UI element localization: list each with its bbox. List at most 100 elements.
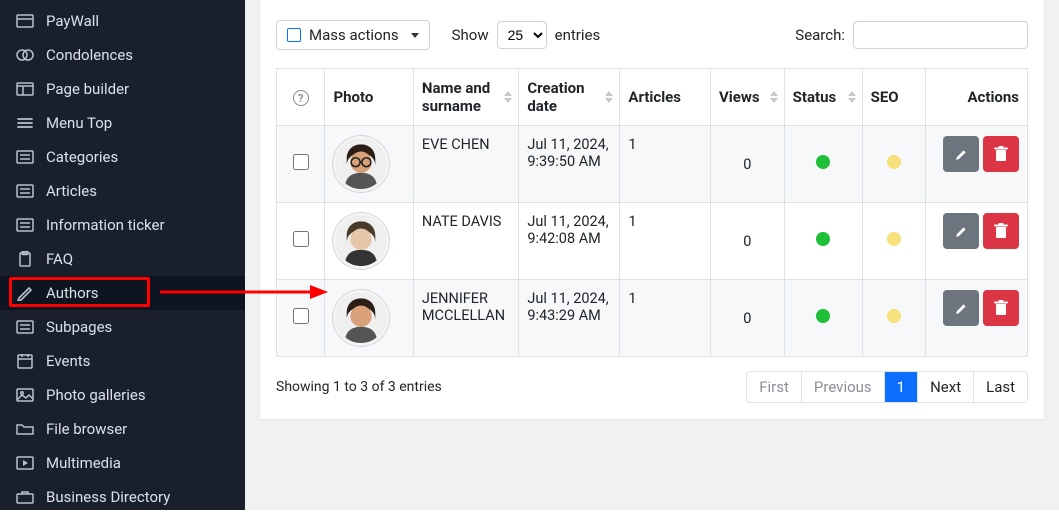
list-box-icon: [14, 216, 36, 234]
sidebar-item-articles[interactable]: Articles: [0, 174, 245, 208]
calendar-icon: [14, 352, 36, 370]
sidebar-item-page-builder[interactable]: Page builder: [0, 72, 245, 106]
cell-name: JENNIFER MCCLELLAN: [413, 279, 518, 357]
column-status[interactable]: Status: [784, 68, 862, 125]
sidebar-item-authors[interactable]: Authors: [0, 276, 245, 310]
sidebar-item-label: Authors: [46, 284, 99, 302]
page-next[interactable]: Next: [917, 372, 973, 402]
main-content: Mass actions Show 25 entries Search: ?: [245, 0, 1059, 510]
cell-views: 0: [710, 279, 784, 357]
table-row: NATE DAVIS Jul 11, 2024, 9:42:08 AM 1 0: [276, 202, 1028, 279]
column-photo: Photo: [324, 68, 412, 125]
sidebar-item-label: Information ticker: [46, 216, 165, 234]
search-label: Search:: [795, 26, 845, 44]
seo-dot-icon: [887, 309, 901, 323]
row-select-checkbox[interactable]: [293, 231, 309, 247]
cell-views: 0: [710, 125, 784, 202]
cell-name: EVE CHEN: [413, 125, 518, 202]
row-select-checkbox[interactable]: [293, 308, 309, 324]
sidebar-item-file-browser[interactable]: File browser: [0, 412, 245, 446]
page-size-control: Show 25 entries: [452, 21, 601, 49]
cell-status: [784, 125, 862, 202]
mass-actions-dropdown[interactable]: Mass actions: [276, 20, 430, 50]
search-block: Search:: [795, 21, 1028, 49]
search-input[interactable]: [853, 21, 1028, 49]
sidebar-item-subpages[interactable]: Subpages: [0, 310, 245, 344]
avatar: [333, 290, 389, 346]
seo-dot-icon: [887, 155, 901, 169]
sort-icon: [770, 91, 778, 103]
sidebar-item-label: PayWall: [46, 12, 99, 30]
edit-button[interactable]: [943, 290, 979, 326]
sidebar-item-label: File browser: [46, 420, 127, 438]
column-date[interactable]: Creation date: [518, 68, 619, 125]
status-dot-icon: [816, 309, 830, 323]
authors-table: ? Photo Name and surname Creation date: [276, 68, 1028, 357]
column-articles[interactable]: Articles: [619, 68, 710, 125]
sidebar-item-label: Articles: [46, 182, 97, 200]
table-row: JENNIFER MCCLELLAN Jul 11, 2024, 9:43:29…: [276, 279, 1028, 357]
column-seo-label: SEO: [871, 88, 899, 106]
column-views[interactable]: Views: [710, 68, 784, 125]
column-name[interactable]: Name and surname: [413, 68, 518, 125]
show-label: Show: [452, 26, 489, 44]
column-status-label: Status: [793, 88, 837, 106]
page-size-select[interactable]: 25: [497, 21, 547, 49]
sidebar-item-categories[interactable]: Categories: [0, 140, 245, 174]
caret-down-icon: [411, 33, 419, 38]
column-actions: Actions: [925, 68, 1028, 125]
sidebar-item-label: Page builder: [46, 80, 129, 98]
sidebar-item-events[interactable]: Events: [0, 344, 245, 378]
clipboard-icon: [14, 250, 36, 268]
delete-button[interactable]: [983, 213, 1019, 249]
sidebar-item-photo-galleries[interactable]: Photo galleries: [0, 378, 245, 412]
edit-button[interactable]: [943, 213, 979, 249]
delete-button[interactable]: [983, 136, 1019, 172]
cell-actions: [925, 125, 1028, 202]
sidebar-item-condolences[interactable]: Condolences: [0, 38, 245, 72]
table-footer: Showing 1 to 3 of 3 entries First Previo…: [276, 357, 1028, 403]
cell-seo: [862, 202, 925, 279]
sidebar: PayWall Condolences Page builder Menu To…: [0, 0, 245, 510]
cell-articles: 1: [619, 125, 710, 202]
folder-icon: [14, 420, 36, 438]
image-icon: [14, 386, 36, 404]
edit-button[interactable]: [943, 136, 979, 172]
mass-actions-label: Mass actions: [309, 26, 399, 44]
avatar: [333, 136, 389, 192]
cell-date: Jul 11, 2024, 9:39:50 AM: [518, 125, 619, 202]
pagination: First Previous 1 Next Last: [746, 371, 1028, 403]
list-box-icon: [14, 182, 36, 200]
cell-actions: [925, 202, 1028, 279]
play-box-icon: [14, 454, 36, 472]
status-dot-icon: [816, 232, 830, 246]
delete-button[interactable]: [983, 290, 1019, 326]
help-icon[interactable]: ?: [293, 90, 309, 106]
entries-label: entries: [555, 26, 601, 44]
page-number[interactable]: 1: [884, 372, 917, 402]
cell-articles: 1: [619, 202, 710, 279]
sidebar-item-paywall[interactable]: PayWall: [0, 4, 245, 38]
sidebar-item-label: Multimedia: [46, 454, 121, 472]
rings-icon: [14, 46, 36, 64]
briefcase-icon: [14, 488, 36, 506]
page-first[interactable]: First: [747, 372, 801, 402]
page-last[interactable]: Last: [973, 372, 1027, 402]
sort-icon: [848, 91, 856, 103]
row-select-checkbox[interactable]: [293, 154, 309, 170]
sidebar-item-menu-top[interactable]: Menu Top: [0, 106, 245, 140]
sort-icon: [605, 91, 613, 103]
card-icon: [14, 12, 36, 30]
entries-info: Showing 1 to 3 of 3 entries: [276, 379, 442, 395]
sidebar-item-label: Menu Top: [46, 114, 112, 132]
sidebar-item-label: Events: [46, 352, 90, 370]
cell-status: [784, 202, 862, 279]
avatar: [333, 213, 389, 269]
sidebar-item-multimedia[interactable]: Multimedia: [0, 446, 245, 480]
sidebar-item-label: Business Directory: [46, 488, 170, 506]
sidebar-item-business-directory[interactable]: Business Directory: [0, 480, 245, 514]
sidebar-item-label: Subpages: [46, 318, 112, 336]
sidebar-item-faq[interactable]: FAQ: [0, 242, 245, 276]
sidebar-item-ticker[interactable]: Information ticker: [0, 208, 245, 242]
page-previous[interactable]: Previous: [801, 372, 884, 402]
